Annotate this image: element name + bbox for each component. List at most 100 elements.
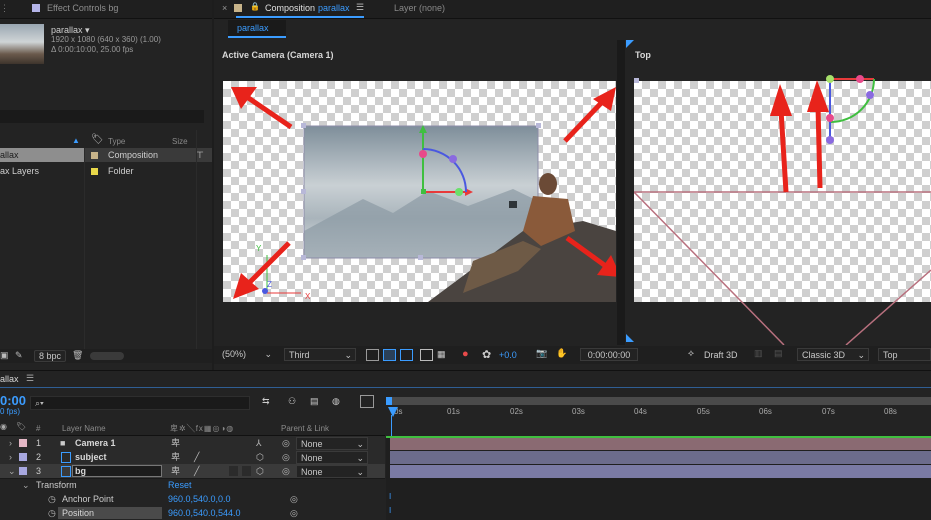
playhead[interactable] <box>388 407 398 417</box>
comp-tab-label[interactable]: Composition <box>265 3 315 13</box>
time-ruler[interactable]: 0s 01s 02s 03s 04s 05s 06s 07s 08s <box>386 395 931 435</box>
comp-tab-comp-name[interactable]: parallax <box>318 3 350 13</box>
col-layer-name[interactable]: Layer Name <box>62 424 106 433</box>
comp-subtab[interactable]: parallax <box>228 20 286 38</box>
channel-icon[interactable]: ● <box>462 348 469 360</box>
snapshot-camera-icon[interactable]: 📷 <box>536 348 547 359</box>
comp-mini-flowchart-icon[interactable]: ⇆ <box>262 396 270 407</box>
layer-label-swatch[interactable] <box>19 453 27 461</box>
shy-switch-icon[interactable]: 卑 <box>171 450 180 464</box>
draft-3d-icon[interactable]: ⟡ <box>688 348 694 359</box>
expand-chevron-icon[interactable]: › <box>9 436 12 450</box>
layer-label-swatch[interactable] <box>19 467 27 475</box>
trash-icon[interactable]: 🗑 <box>72 350 83 361</box>
pickwhip-icon[interactable]: ◎ <box>282 450 290 464</box>
shy-switch-icon[interactable]: 卑 <box>171 436 180 450</box>
layer-row[interactable]: › 2 subject 卑 ╱ ⬡ ◎ None ⌄ <box>0 450 385 465</box>
sort-up-icon[interactable]: ▲ <box>72 136 80 145</box>
switch-box[interactable] <box>242 466 251 476</box>
fast-preview-icon[interactable] <box>366 349 379 361</box>
project-item-composition[interactable]: allax Composition ⊤ <box>0 148 212 162</box>
parent-dropdown[interactable]: None ⌄ <box>296 465 368 478</box>
switch-box[interactable] <box>229 466 238 476</box>
keyframe-marker-icon[interactable]: I <box>389 492 391 501</box>
quality-switch-icon[interactable]: ╱ <box>194 464 199 478</box>
current-time[interactable]: 0:00 <box>0 393 26 408</box>
top-view-handle[interactable] <box>634 78 639 83</box>
parent-dropdown[interactable]: None ⌄ <box>296 451 368 464</box>
property-value[interactable]: 960.0,540.0,544.0 <box>168 506 241 520</box>
color-management-icon[interactable]: ✿ <box>482 348 491 361</box>
collapse-chevron-icon[interactable]: ⌄ <box>22 478 30 492</box>
stopwatch-icon[interactable]: ◷ <box>48 506 56 520</box>
collapse-chevron-icon[interactable]: ⌄ <box>8 464 16 478</box>
3d-ground-icon[interactable]: ▥ <box>754 348 763 359</box>
layer-label-swatch[interactable] <box>19 439 27 447</box>
comp-tab-menu-icon[interactable]: ☰ <box>356 2 364 13</box>
layer-name[interactable]: Camera 1 <box>75 436 116 450</box>
graph-editor-icon[interactable] <box>360 395 374 408</box>
resolution-dropdown[interactable]: Third ⌄ <box>284 348 356 361</box>
bpc-button[interactable]: 8 bpc <box>34 350 67 362</box>
exposure-value[interactable]: +0.0 <box>499 350 517 360</box>
work-area-bar[interactable] <box>386 397 931 405</box>
new-comp-icon[interactable]: ▣ <box>0 350 9 361</box>
expand-chevron-icon[interactable]: › <box>9 450 12 464</box>
expression-pickwhip-icon[interactable]: ◎ <box>290 492 298 506</box>
timeline-tab-menu-icon[interactable]: ☰ <box>26 373 34 384</box>
layer-tab[interactable]: Layer (none) <box>394 3 445 13</box>
3d-layer-switch-icon[interactable]: ⬡ <box>256 464 264 478</box>
flowchart-icon[interactable]: ⊤ <box>196 148 204 162</box>
expression-pickwhip-icon[interactable]: ◎ <box>290 506 298 520</box>
extended-viewer-icon[interactable]: ▤ <box>774 348 783 359</box>
3d-layer-switch-icon[interactable]: ⬡ <box>256 450 264 464</box>
view-divider[interactable] <box>617 40 625 345</box>
thumbnail-slider[interactable] <box>90 352 124 360</box>
layer-track-bar[interactable] <box>390 451 931 464</box>
timeline-tab[interactable]: allax ☰ <box>0 371 60 387</box>
layer-name[interactable]: bg <box>75 464 86 478</box>
layer-search-input[interactable]: ⌕▾ <box>30 396 250 410</box>
close-icon[interactable]: × <box>222 3 227 13</box>
lock-icon[interactable]: 🔒 <box>250 2 260 11</box>
motion-blur-icon[interactable]: ◍ <box>332 396 340 407</box>
frame-blending-icon[interactable]: ▤ <box>310 396 319 407</box>
transform-group[interactable]: ⌄ Transform Reset <box>0 478 385 492</box>
3d-layer-switch-icon[interactable]: ⅄ <box>256 436 262 450</box>
region-of-interest-icon[interactable] <box>420 349 433 361</box>
layer-row-selected[interactable]: ⌄ 3 bg 卑 ╱ ⬡ ◎ None ⌄ <box>0 464 385 479</box>
shy-layers-icon[interactable]: ⚇ <box>288 396 296 407</box>
quality-switch-icon[interactable]: ╱ <box>194 450 199 464</box>
transform-reset[interactable]: Reset <box>168 478 192 492</box>
keyframe-marker-icon[interactable]: I <box>389 506 391 515</box>
effect-controls-tab[interactable]: ⋮ Effect Controls bg <box>0 0 212 19</box>
project-search-bar[interactable] <box>0 110 204 123</box>
parent-dropdown[interactable]: None ⌄ <box>296 437 368 450</box>
draft-3d-label[interactable]: Draft 3D <box>704 350 738 360</box>
stopwatch-icon[interactable]: ◷ <box>48 492 56 506</box>
layer-name[interactable]: subject <box>75 450 107 464</box>
view-dropdown[interactable]: Top <box>878 348 931 361</box>
project-item-folder[interactable]: ax Layers Folder <box>0 164 212 178</box>
pickwhip-icon[interactable]: ◎ <box>282 436 290 450</box>
tab-menu-icon[interactable]: ⋮ <box>0 3 9 14</box>
property-value[interactable]: 960.0,540.0,0.0 <box>168 492 231 506</box>
grid-guides-icon[interactable]: ▦ <box>437 349 446 360</box>
renderer-dropdown[interactable]: Classic 3D ⌄ <box>797 348 869 361</box>
property-row[interactable]: ◷ Anchor Point 960.0,540.0,0.0 ◎ <box>0 492 385 506</box>
shy-switch-icon[interactable]: 卑 <box>171 464 180 478</box>
col-size[interactable]: Size <box>172 137 188 146</box>
col-type[interactable]: Type <box>108 137 125 146</box>
top-view-gizmo[interactable] <box>826 75 875 144</box>
transparency-grid-icon[interactable] <box>383 349 396 361</box>
pickwhip-icon[interactable]: ◎ <box>282 464 290 478</box>
show-snapshot-icon[interactable]: ✋ <box>556 348 567 359</box>
layer-track-bar[interactable] <box>390 438 931 450</box>
timecode-field[interactable]: 0:00:00:00 <box>580 348 638 361</box>
zoom-dropdown[interactable]: (50%) ⌄ <box>218 348 274 361</box>
layer-track-bar[interactable] <box>390 465 931 478</box>
work-area-start[interactable] <box>386 397 392 405</box>
layer-row[interactable]: › 1 ■ Camera 1 卑 ⅄ ◎ None ⌄ <box>0 436 385 451</box>
property-row-selected[interactable]: ◷ Position 960.0,540.0,544.0 ◎ <box>0 506 385 520</box>
brush-icon[interactable]: ✎ <box>15 350 23 361</box>
